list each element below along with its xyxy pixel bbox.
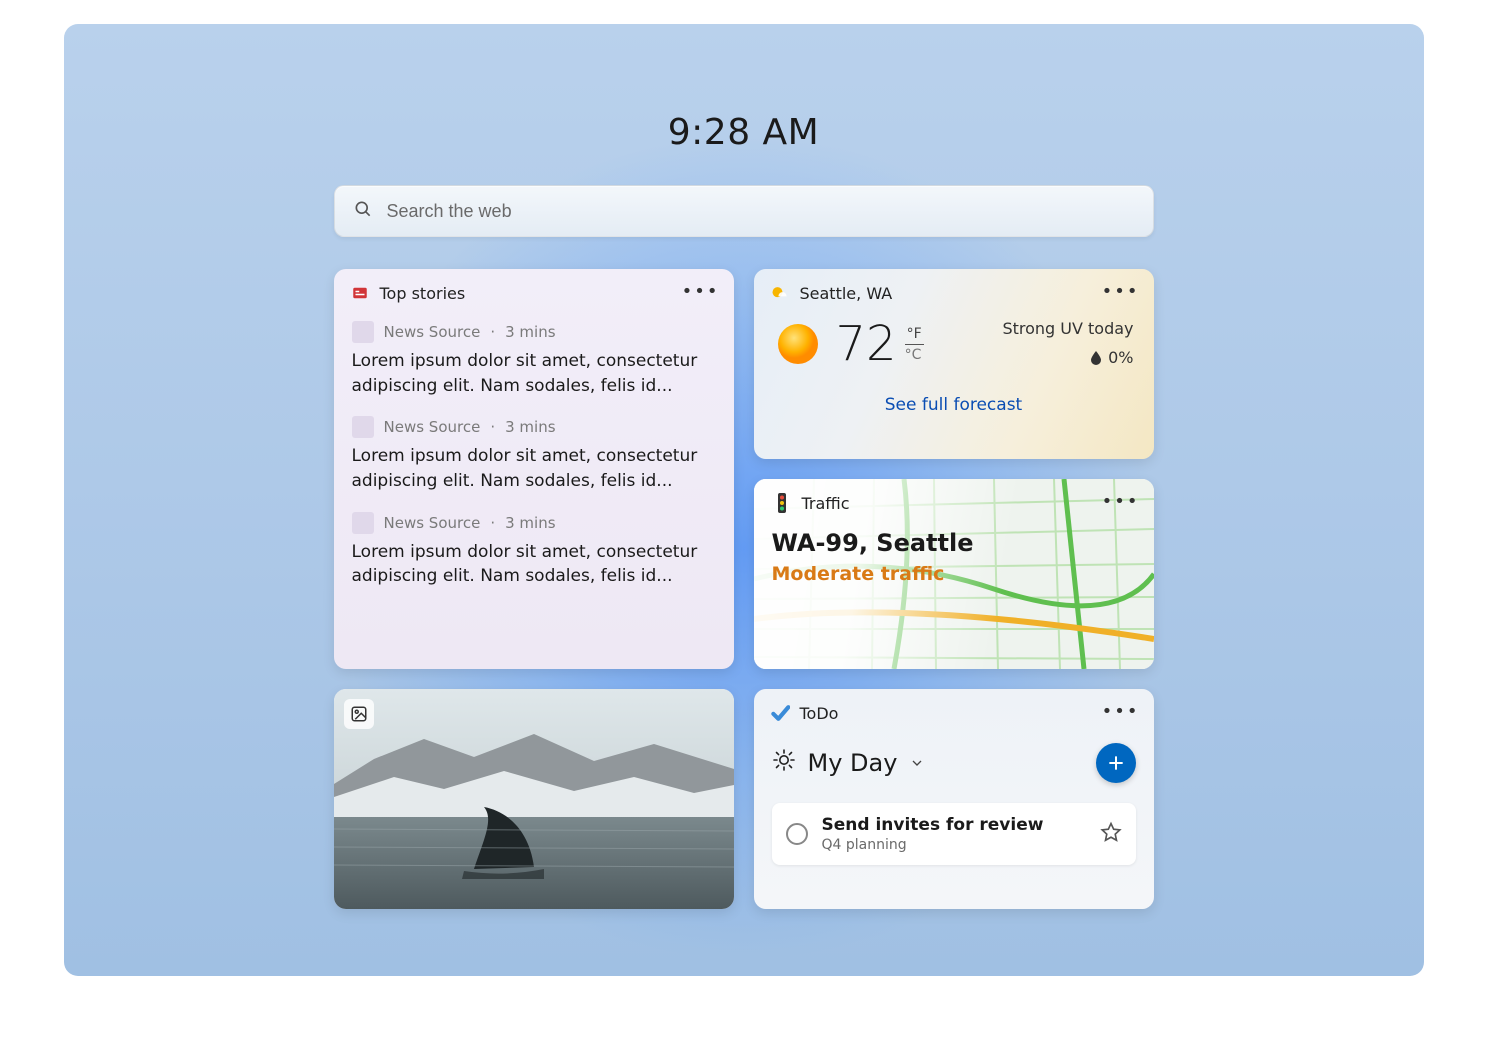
task-checkbox[interactable] [786, 823, 808, 845]
photos-icon[interactable] [344, 699, 374, 729]
story-source: News Source [384, 514, 481, 532]
story-headline: Lorem ipsum dolor sit amet, consectetur … [352, 444, 716, 493]
traffic-route: WA-99, Seattle [772, 529, 1136, 557]
news-story[interactable]: News Source · 3 mins Lorem ipsum dolor s… [334, 406, 734, 501]
news-story[interactable]: News Source · 3 mins Lorem ipsum dolor s… [334, 311, 734, 406]
sun-icon [774, 320, 822, 368]
weather-location: Seattle, WA [800, 284, 893, 303]
story-thumbnail [352, 321, 374, 343]
story-source: News Source [384, 418, 481, 436]
list-name: My Day [808, 749, 898, 777]
todo-icon [770, 703, 790, 723]
star-icon[interactable] [1100, 821, 1122, 847]
uv-note: Strong UV today [1002, 315, 1133, 344]
widget-title: ToDo [800, 704, 839, 723]
news-icon [350, 283, 370, 303]
story-list: News Source · 3 mins Lorem ipsum dolor s… [334, 311, 734, 597]
weather-widget[interactable]: ••• Seattle, WA [754, 269, 1154, 459]
search-bar[interactable] [334, 185, 1154, 237]
widgets-panel: 9:28 AM ••• Top stories [64, 24, 1424, 976]
search-icon [353, 199, 373, 223]
more-icon[interactable]: ••• [1102, 283, 1140, 301]
story-thumbnail [352, 416, 374, 438]
forecast-link[interactable]: See full forecast [754, 395, 1154, 415]
task-subtitle: Q4 planning [822, 837, 1086, 853]
list-selector[interactable]: My Day [772, 748, 926, 778]
more-icon[interactable]: ••• [1102, 703, 1140, 721]
traffic-status: Moderate traffic [772, 563, 1136, 585]
precipitation: 0% [1002, 344, 1133, 373]
story-age: 3 mins [505, 418, 555, 436]
sun-outline-icon [772, 748, 796, 778]
weather-icon [770, 283, 790, 303]
chevron-down-icon [909, 749, 925, 777]
story-headline: Lorem ipsum dolor sit amet, consectetur … [352, 349, 716, 398]
task-title: Send invites for review [822, 815, 1086, 835]
featured-photo [334, 689, 734, 909]
search-input[interactable] [387, 201, 1135, 222]
story-age: 3 mins [505, 323, 555, 341]
story-headline: Lorem ipsum dolor sit amet, consectetur … [352, 540, 716, 589]
widget-title: Traffic [802, 494, 850, 513]
more-icon[interactable]: ••• [682, 283, 720, 301]
clock: 9:28 AM [668, 112, 819, 153]
photo-widget[interactable] [334, 689, 734, 909]
widget-title: Top stories [380, 284, 466, 303]
news-story[interactable]: News Source · 3 mins Lorem ipsum dolor s… [334, 502, 734, 597]
unit-toggle[interactable]: °F °C [905, 326, 924, 363]
task-item[interactable]: Send invites for review Q4 planning [772, 803, 1136, 865]
traffic-light-icon [772, 493, 792, 513]
story-thumbnail [352, 512, 374, 534]
story-source: News Source [384, 323, 481, 341]
story-age: 3 mins [505, 514, 555, 532]
traffic-widget[interactable]: ••• Traffic WA-99, Seattle Moderate traf… [754, 479, 1154, 669]
droplet-icon [1090, 351, 1102, 365]
top-stories-widget[interactable]: ••• Top stories News Source · 3 mins [334, 269, 734, 669]
todo-widget[interactable]: ••• ToDo My Day [754, 689, 1154, 909]
add-task-button[interactable] [1096, 743, 1136, 783]
temperature: 72 [836, 320, 897, 368]
